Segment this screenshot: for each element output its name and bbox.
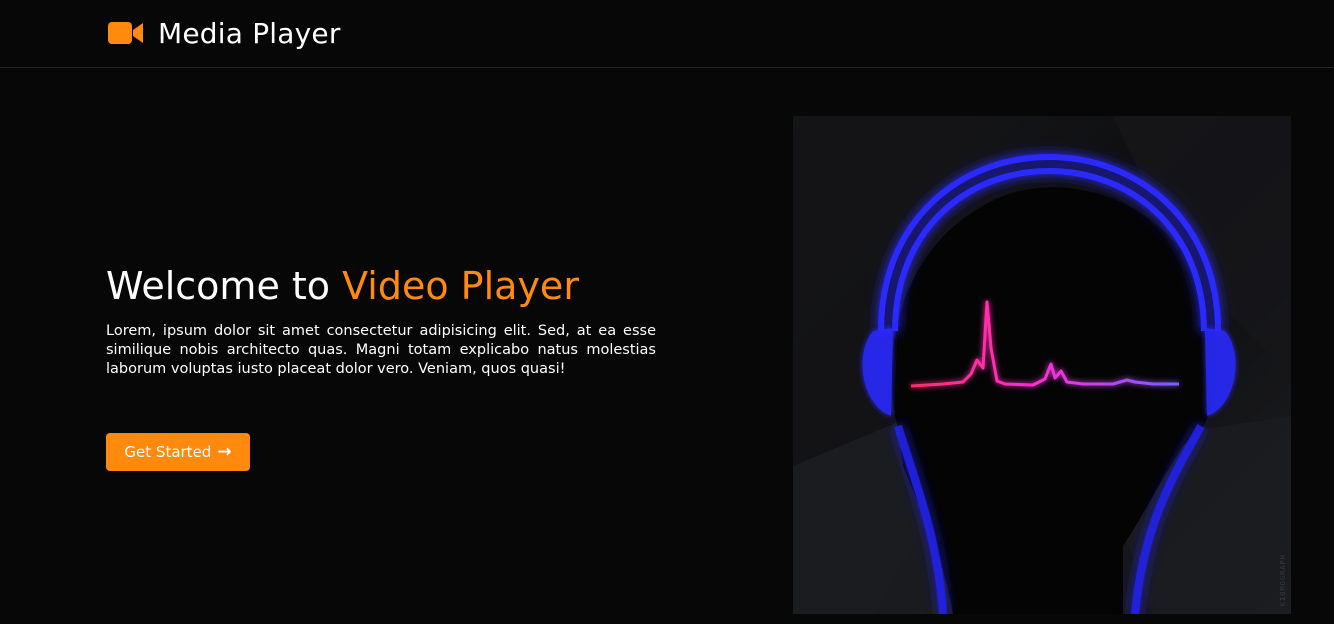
- get-started-button[interactable]: Get Started →: [106, 433, 250, 471]
- brand[interactable]: Media Player: [108, 14, 341, 52]
- artwork-watermark: KIOMOGRAPH: [1279, 553, 1287, 606]
- hero-title-highlight: Video Player: [342, 264, 579, 308]
- app-title: Media Player: [158, 16, 341, 50]
- hero-title-prefix: Welcome to: [106, 264, 343, 308]
- arrow-right-icon: →: [217, 441, 232, 462]
- hero-illustration: KIOMOGRAPH: [793, 116, 1291, 614]
- hero-title: Welcome to Video Player: [106, 258, 656, 314]
- video-camera-icon: [108, 22, 143, 44]
- get-started-label: Get Started: [124, 443, 212, 461]
- headphones-waveform-illustration: [793, 116, 1291, 614]
- hero-content: Welcome to Video Player Lorem, ipsum dol…: [106, 258, 656, 471]
- hero-description: Lorem, ipsum dolor sit amet consectetur …: [106, 323, 656, 377]
- navbar: Media Player: [0, 0, 1334, 68]
